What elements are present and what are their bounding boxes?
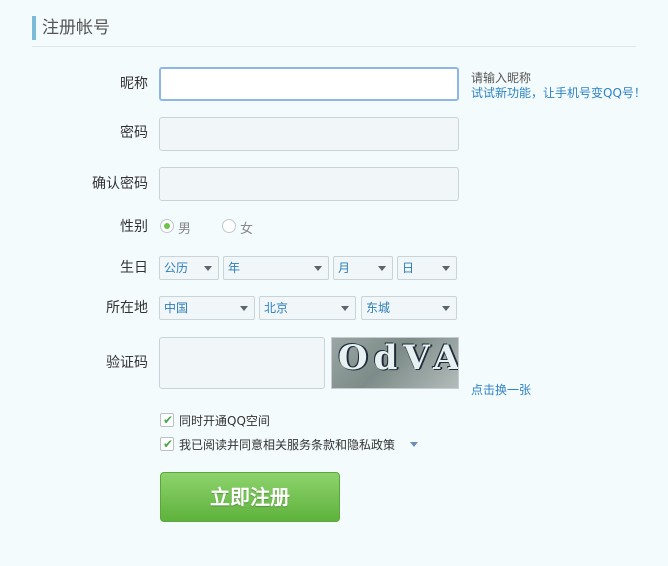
location-label: 所在地	[106, 300, 148, 316]
nickname-input[interactable]	[159, 67, 459, 101]
chevron-down-icon	[378, 266, 386, 271]
birth-day-value: 日	[402, 261, 415, 275]
captcha-refresh-link[interactable]: 点击换一张	[471, 381, 531, 398]
register-button[interactable]: 立即注册	[160, 472, 340, 522]
confirm-password-input[interactable]	[159, 167, 459, 201]
gender-female-radio[interactable]	[222, 219, 236, 233]
chevron-down-icon	[314, 266, 322, 271]
confirm-password-label: 确认密码	[92, 176, 148, 192]
gender-label: 性别	[120, 219, 148, 235]
agreement-checkbox[interactable]: ✔	[160, 437, 174, 451]
province-value: 北京	[264, 301, 289, 315]
nickname-label: 昵称	[120, 76, 148, 92]
agreement-label[interactable]: 我已阅读并同意相关服务条款和隐私政策	[179, 436, 395, 453]
password-input[interactable]	[159, 117, 459, 151]
captcha-image[interactable]: OdVA	[331, 337, 459, 389]
province-select[interactable]: 北京	[259, 296, 356, 320]
city-select[interactable]: 东城	[361, 296, 457, 320]
check-icon: ✔	[163, 413, 174, 427]
chevron-down-icon	[204, 266, 212, 271]
page-title: 注册帐号	[42, 18, 110, 38]
header-divider	[32, 46, 636, 47]
captcha-input[interactable]	[159, 337, 325, 389]
birth-year-value: 年	[228, 261, 241, 275]
gender-male-radio[interactable]	[160, 219, 174, 233]
chevron-down-icon	[240, 306, 248, 311]
chevron-down-icon	[341, 306, 349, 311]
captcha-image-text: OdVA	[338, 338, 459, 378]
qzone-checkbox[interactable]: ✔	[160, 413, 174, 427]
header-accent-bar	[32, 16, 36, 40]
country-value: 中国	[164, 301, 189, 315]
password-label: 密码	[120, 125, 148, 141]
birth-month-select[interactable]: 月	[333, 256, 393, 280]
agreement-expand-icon[interactable]	[410, 442, 418, 447]
birth-day-select[interactable]: 日	[397, 256, 457, 280]
birth-year-select[interactable]: 年	[223, 256, 329, 280]
birthday-label: 生日	[120, 260, 148, 276]
captcha-label: 验证码	[106, 355, 148, 371]
calendar-type-value: 公历	[164, 261, 189, 275]
gender-male-label[interactable]: 男	[178, 218, 191, 237]
gender-female-label[interactable]: 女	[240, 218, 253, 237]
phone-number-qq-link[interactable]: 试试新功能，让手机号变QQ号！	[471, 84, 646, 101]
country-select[interactable]: 中国	[159, 296, 255, 320]
calendar-type-select[interactable]: 公历	[159, 256, 219, 280]
check-icon: ✔	[163, 437, 174, 451]
chevron-down-icon	[442, 266, 450, 271]
chevron-down-icon	[442, 306, 450, 311]
city-value: 东城	[366, 301, 391, 315]
birth-month-value: 月	[338, 261, 351, 275]
qzone-label[interactable]: 同时开通QQ空间	[179, 412, 270, 429]
